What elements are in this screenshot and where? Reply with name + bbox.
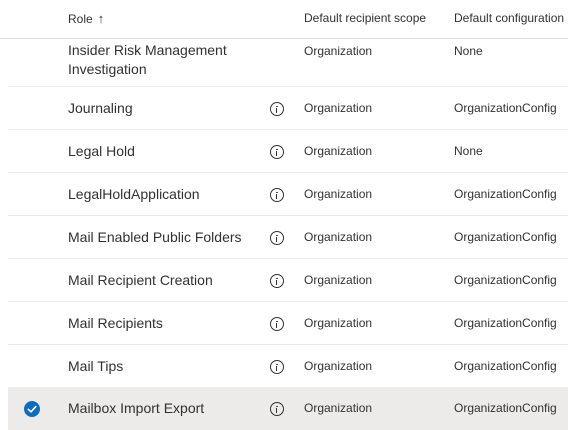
info-icon[interactable] bbox=[270, 145, 284, 159]
role-name[interactable]: Mail Tips bbox=[68, 357, 248, 376]
table-row[interactable]: Legal Hold Organization None bbox=[8, 130, 568, 173]
role-name[interactable]: Journaling bbox=[68, 99, 248, 118]
role-name[interactable]: Mail Recipients bbox=[68, 314, 248, 333]
role-name[interactable]: LegalHoldApplication bbox=[68, 185, 248, 204]
info-icon[interactable] bbox=[270, 402, 284, 416]
table-row[interactable]: LegalHoldApplication Organization Organiza… bbox=[8, 173, 568, 216]
table-row[interactable]: Mail Recipient Creation Organization Organ… bbox=[8, 259, 568, 302]
column-header-role[interactable]: Role ↑ bbox=[68, 11, 104, 26]
recipient-scope: Organization bbox=[304, 144, 373, 158]
recipient-scope: Organization bbox=[304, 230, 373, 244]
column-header-scope[interactable]: Default recipient scope bbox=[304, 11, 426, 25]
info-icon[interactable] bbox=[270, 274, 284, 288]
role-name[interactable]: Legal Hold bbox=[68, 142, 248, 161]
table-row[interactable]: Journaling Organization OrganizationConfig bbox=[8, 87, 568, 130]
recipient-scope: Organization bbox=[304, 187, 373, 201]
default-configuration: None bbox=[454, 44, 483, 58]
role-name[interactable]: Mail Enabled Public Folders bbox=[68, 228, 248, 247]
table-row[interactable]: Mail Tips Organization OrganizationConfig bbox=[8, 345, 568, 388]
default-configuration: None bbox=[454, 144, 483, 158]
role-name[interactable]: Mailbox Import Export bbox=[68, 399, 248, 418]
default-configuration: OrganizationConfig bbox=[454, 230, 557, 244]
table-row[interactable]: Mail Enabled Public Folders Organization O… bbox=[8, 216, 568, 259]
recipient-scope: Organization bbox=[304, 359, 373, 373]
table-header: Role ↑ Default recipient scope Default co… bbox=[0, 0, 568, 39]
role-name[interactable]: Mail Recipient Creation bbox=[68, 271, 248, 290]
default-configuration: OrganizationConfig bbox=[454, 187, 557, 201]
table-row[interactable]: Insider Risk Management Investigation Org… bbox=[8, 39, 568, 87]
default-configuration: OrganizationConfig bbox=[454, 401, 557, 415]
info-icon[interactable] bbox=[270, 188, 284, 202]
info-icon[interactable] bbox=[270, 317, 284, 331]
recipient-scope: Organization bbox=[304, 273, 373, 287]
table-row[interactable]: Mailbox Import Export Organization Organiz… bbox=[8, 388, 568, 430]
recipient-scope: Organization bbox=[304, 401, 373, 415]
selected-checkmark-icon[interactable] bbox=[24, 401, 40, 417]
column-header-role-label: Role bbox=[68, 12, 93, 26]
role-name[interactable]: Insider Risk Management Investigation bbox=[68, 41, 248, 79]
default-configuration: OrganizationConfig bbox=[454, 359, 557, 373]
info-icon[interactable] bbox=[270, 102, 284, 116]
column-header-configuration[interactable]: Default configuration bbox=[454, 11, 564, 25]
recipient-scope: Organization bbox=[304, 44, 373, 58]
recipient-scope: Organization bbox=[304, 316, 373, 330]
default-configuration: OrganizationConfig bbox=[454, 316, 557, 330]
info-icon[interactable] bbox=[270, 360, 284, 374]
info-icon[interactable] bbox=[270, 231, 284, 245]
recipient-scope: Organization bbox=[304, 101, 373, 115]
table-row[interactable]: Mail Recipients Organization OrganizationC… bbox=[8, 302, 568, 345]
default-configuration: OrganizationConfig bbox=[454, 273, 557, 287]
default-configuration: OrganizationConfig bbox=[454, 101, 557, 115]
sort-ascending-icon: ↑ bbox=[97, 11, 105, 26]
